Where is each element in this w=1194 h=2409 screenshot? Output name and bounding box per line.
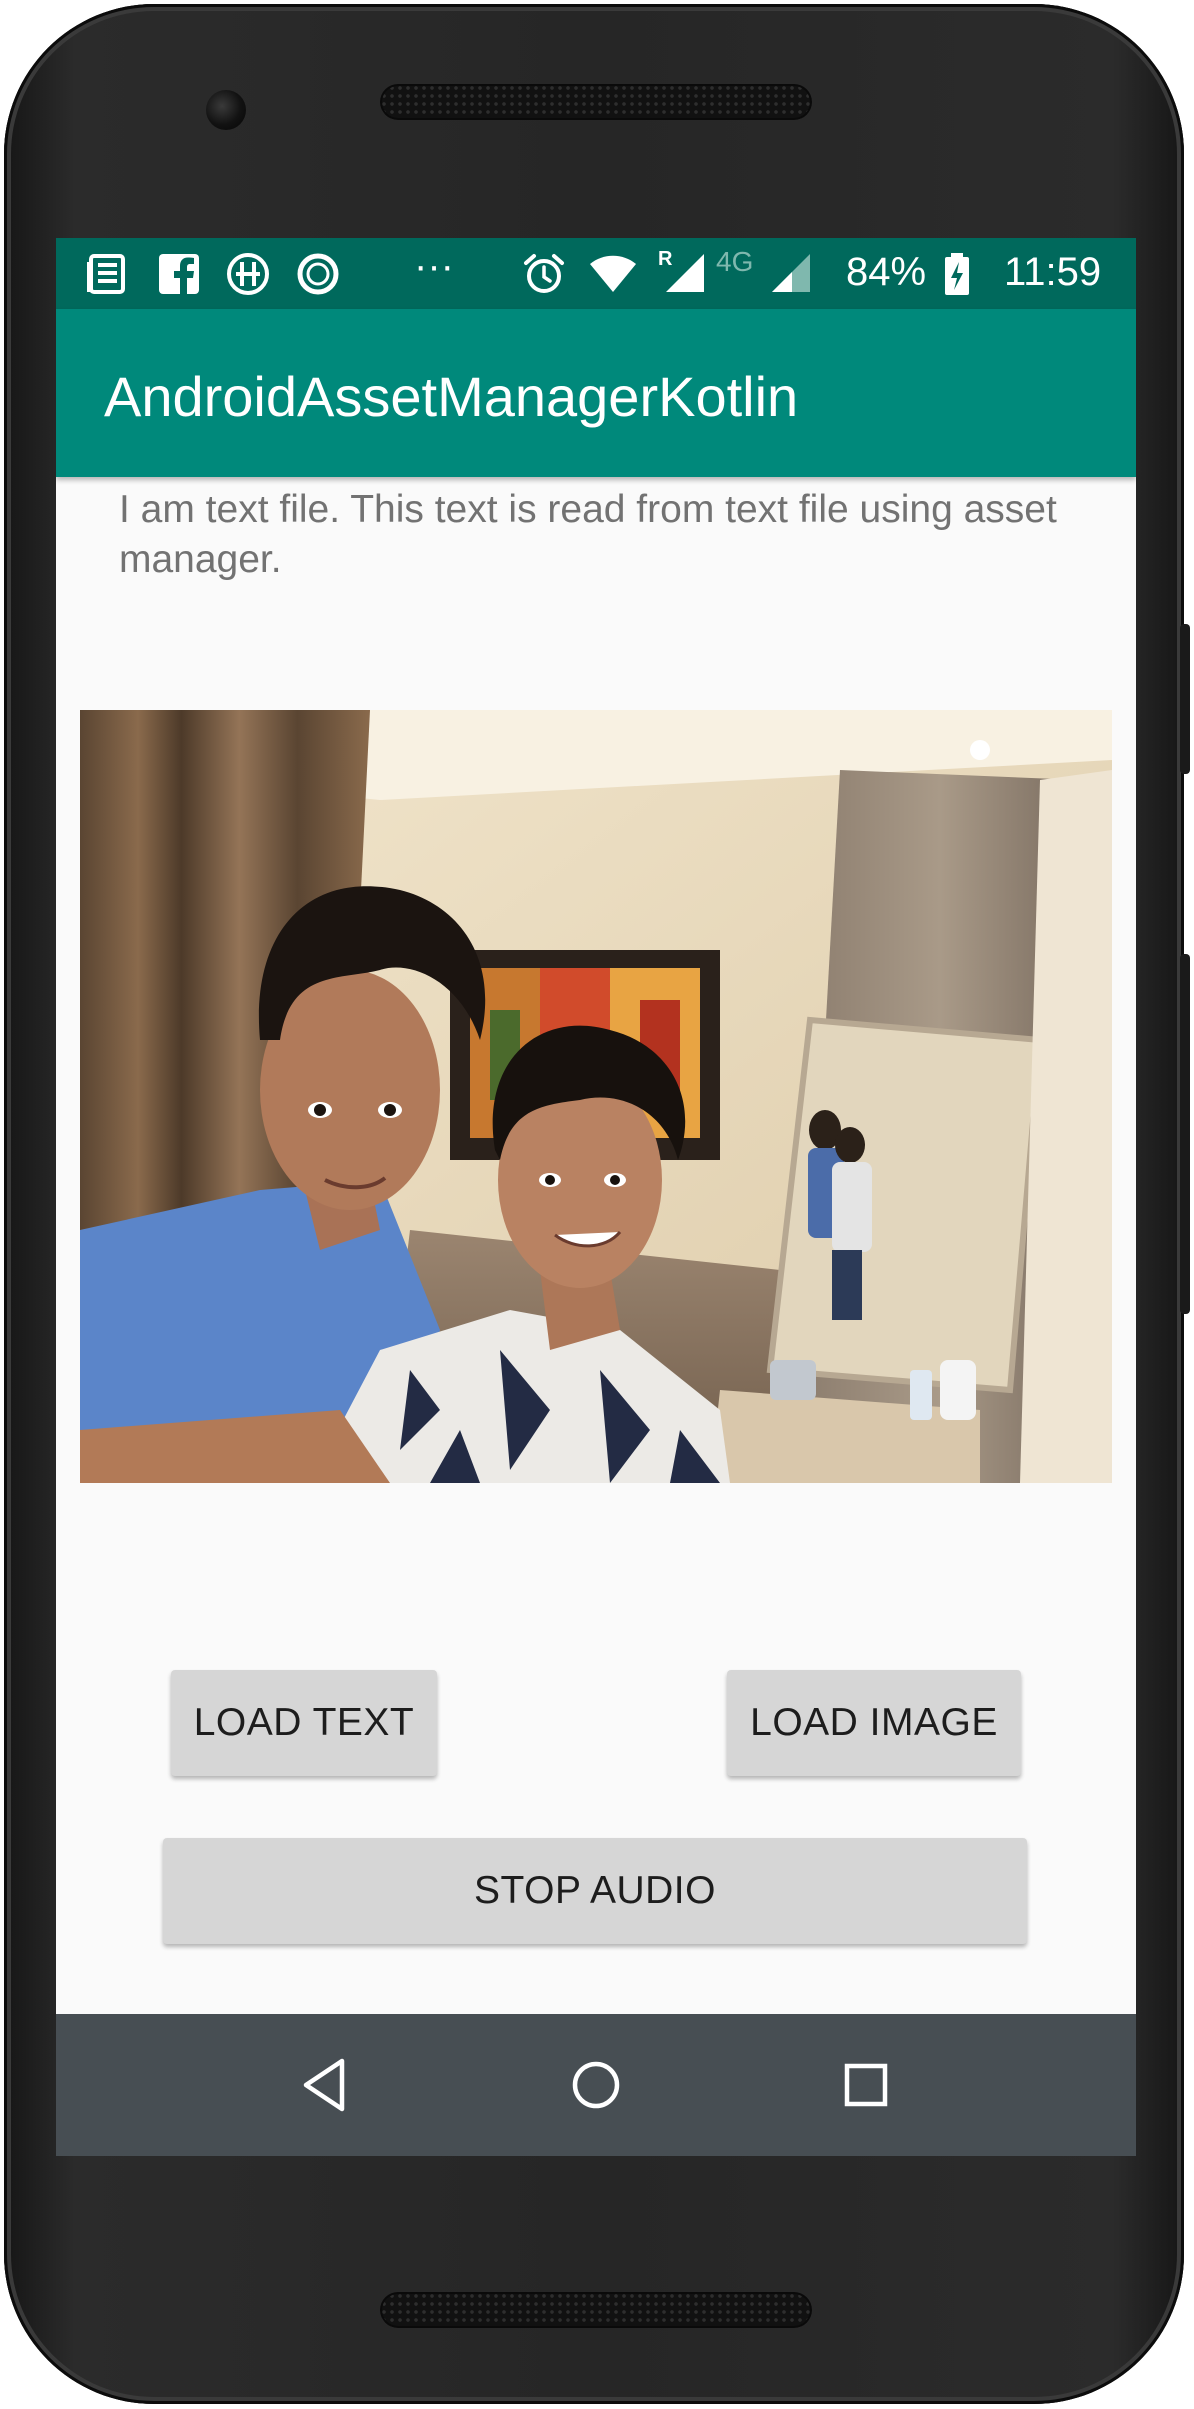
load-image-button[interactable]: LOAD IMAGE	[727, 1670, 1021, 1776]
navigation-bar	[56, 2014, 1136, 2156]
home-icon[interactable]	[562, 2051, 630, 2119]
circle-app-icon	[297, 253, 339, 295]
wifi-icon	[590, 255, 636, 292]
news-icon	[87, 254, 125, 294]
hike-icon	[227, 253, 269, 295]
phone-frame: ··· R 4G 84% 11:59 AndroidAssetManagerKo…	[4, 4, 1190, 2404]
back-icon[interactable]	[292, 2051, 360, 2119]
app-bar: AndroidAssetManagerKotlin	[56, 309, 1136, 477]
screen: ··· R 4G 84% 11:59 AndroidAssetManagerKo…	[56, 238, 1136, 2156]
signal-icon-secondary	[772, 254, 810, 292]
more-notifications: ···	[414, 244, 454, 288]
front-camera	[206, 90, 246, 130]
recents-icon[interactable]	[832, 2051, 900, 2119]
network-type: 4G	[716, 246, 754, 277]
loaded-image	[80, 710, 1112, 1483]
battery-icon	[945, 253, 969, 295]
facebook-icon	[159, 254, 199, 294]
stop-audio-button[interactable]: STOP AUDIO	[163, 1838, 1027, 1944]
load-text-button[interactable]: LOAD TEXT	[171, 1670, 437, 1776]
signal-icon	[666, 254, 704, 292]
text-file-content: I am text file. This text is read from t…	[119, 488, 1057, 581]
volume-button	[1180, 624, 1190, 774]
top-speaker-grille	[380, 84, 812, 120]
bottom-speaker-grille	[380, 2292, 812, 2328]
power-button	[1180, 954, 1190, 1314]
app-title: AndroidAssetManagerKotlin	[104, 365, 799, 428]
status-bar: ··· R 4G 84% 11:59	[56, 238, 1136, 309]
alarm-icon	[524, 254, 564, 293]
battery-percentage: 84%	[846, 250, 927, 294]
selfie-photo	[80, 710, 1112, 1483]
status-time: 11:59	[1004, 250, 1102, 294]
